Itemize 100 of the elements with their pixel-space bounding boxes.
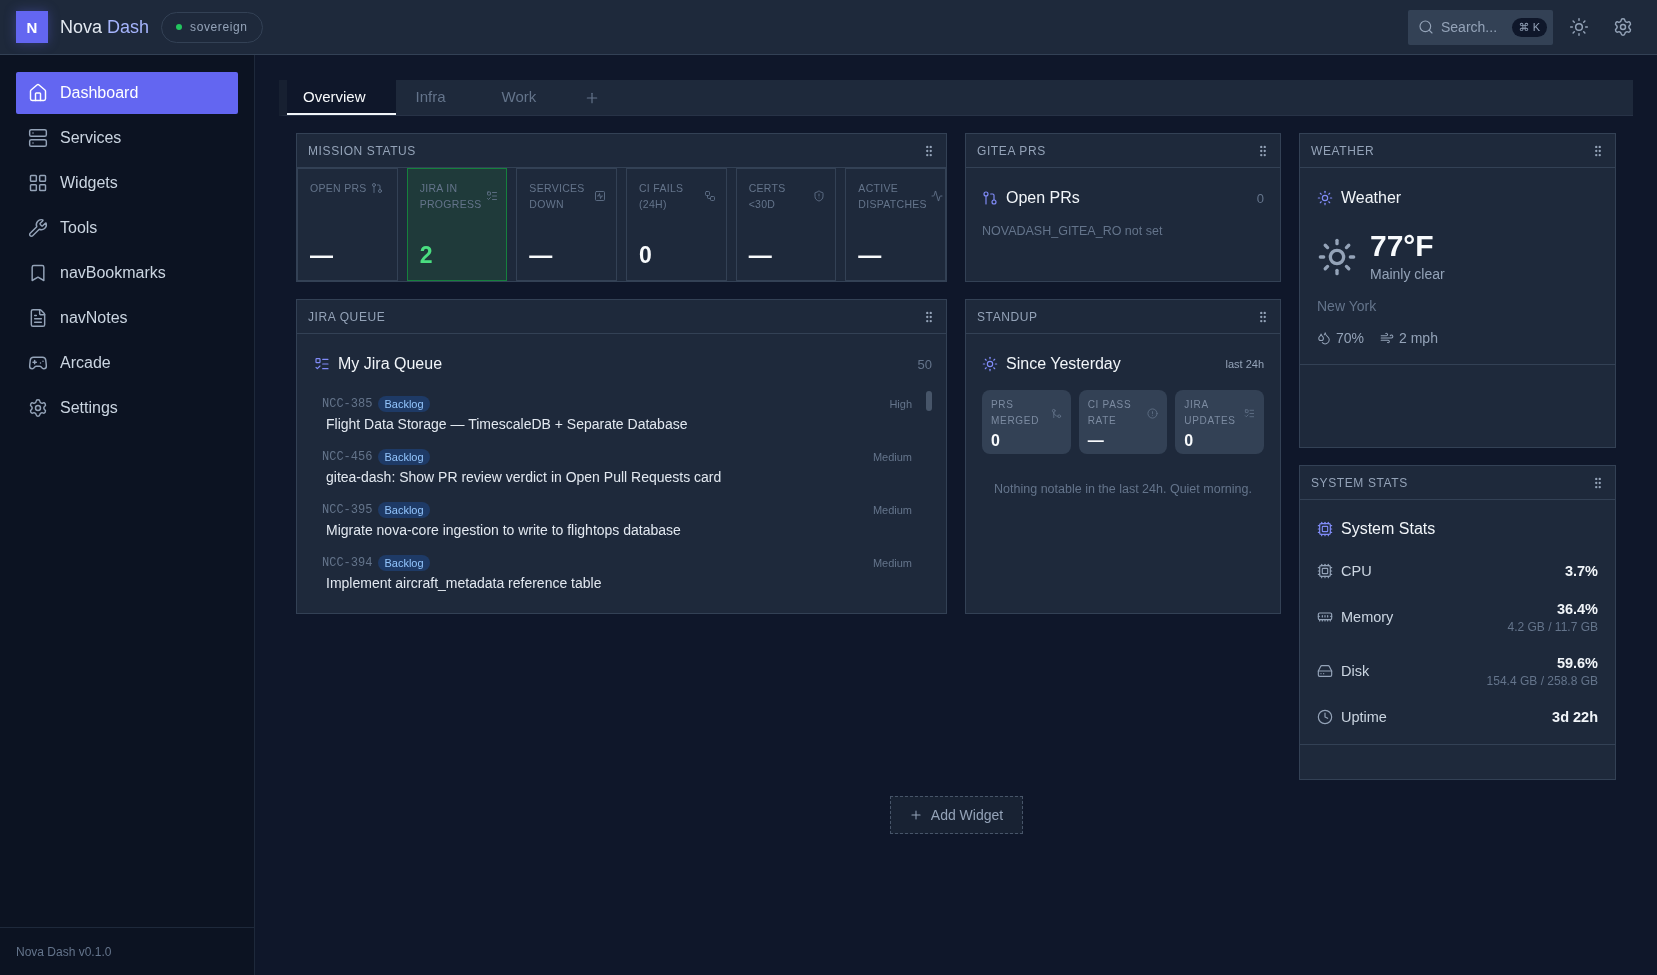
sun-icon bbox=[1317, 236, 1357, 277]
environment-label: sovereign bbox=[190, 20, 248, 34]
tile-label: CI FAILS (24H) bbox=[639, 181, 685, 212]
tile-label: JIRA IN PROGRESS bbox=[419, 181, 482, 212]
sun-icon bbox=[982, 356, 998, 372]
metric-detail: 154.4 GB / 258.8 GB bbox=[1486, 673, 1598, 689]
sidebar-item[interactable]: Dashboard bbox=[16, 72, 238, 114]
widget-label: WEATHER bbox=[1311, 143, 1375, 158]
linked-squares-icon bbox=[703, 190, 716, 202]
widget-label: STANDUP bbox=[977, 309, 1038, 324]
sun-icon bbox=[1317, 190, 1333, 206]
widget-title: System Stats bbox=[1341, 520, 1436, 538]
issue-title[interactable]: Implement aircraft_metadata reference table bbox=[326, 573, 912, 593]
version-label: Nova Dash v0.1.0 bbox=[16, 944, 112, 959]
cpu-icon bbox=[1317, 521, 1333, 537]
merge-icon bbox=[1050, 407, 1062, 419]
period-label: last 24h bbox=[1225, 358, 1264, 370]
metric-label: Memory bbox=[1341, 609, 1394, 625]
item-count: 0 bbox=[1256, 190, 1264, 206]
metric-value: 36.4% bbox=[1556, 600, 1598, 619]
stat-value: — bbox=[1087, 432, 1105, 450]
clock-icon bbox=[1317, 709, 1333, 725]
sidebar-item[interactable]: navNotes bbox=[16, 297, 238, 339]
checklist-icon bbox=[314, 356, 330, 372]
status-tag: Backlog bbox=[378, 396, 430, 412]
memory-icon bbox=[1317, 609, 1333, 625]
sidebar-item[interactable]: Widgets bbox=[16, 162, 238, 204]
droplets-icon bbox=[1317, 331, 1331, 345]
issue-title[interactable]: gitea-dash: Show PR review verdict in Open Pull Requests card bbox=[326, 467, 912, 487]
issue-title[interactable]: Flight Data Storage — TimescaleDB + Separate Database bbox=[326, 414, 912, 434]
weather-condition: Mainly clear bbox=[1370, 265, 1445, 283]
tile-value: — bbox=[858, 241, 883, 269]
standup-message: Nothing notable in the last 24h. Quiet morning. bbox=[993, 481, 1253, 497]
pull-request-icon bbox=[982, 190, 998, 206]
sidebar-item[interactable]: Settings bbox=[16, 387, 238, 429]
temperature-value: 77°F bbox=[1370, 230, 1435, 262]
issue-key: NCC-456 bbox=[322, 450, 373, 464]
pull-request-icon bbox=[370, 182, 383, 194]
tile-value: 0 bbox=[639, 241, 653, 269]
widget-title: Since Yesterday bbox=[1006, 355, 1121, 373]
tile-value: — bbox=[310, 241, 334, 269]
priority-label: Medium bbox=[872, 504, 912, 516]
alert-circle-icon bbox=[1147, 407, 1159, 419]
sidebar-item[interactable]: Tools bbox=[16, 207, 238, 249]
status-tag: Backlog bbox=[378, 555, 430, 571]
metric-value: 3.7% bbox=[1564, 562, 1598, 581]
logo-mark: N bbox=[16, 11, 48, 43]
stat-label: CI PASS RATE bbox=[1087, 398, 1133, 428]
humidity-value: 70% bbox=[1336, 330, 1365, 346]
tab[interactable]: Overview bbox=[287, 80, 396, 115]
stat-value: 0 bbox=[991, 432, 1001, 450]
issue-key: NCC-385 bbox=[322, 397, 373, 411]
tile-value: 2 bbox=[419, 241, 434, 269]
issue-key: NCC-394 bbox=[322, 556, 373, 570]
bookmark-icon bbox=[28, 263, 48, 283]
tile-label: OPEN PRS bbox=[310, 181, 367, 196]
scrollbar-thumb[interactable] bbox=[926, 391, 932, 411]
pulse-icon bbox=[930, 190, 943, 202]
grid-icon bbox=[28, 173, 48, 193]
document-icon bbox=[28, 308, 48, 328]
tile-label: SERVICES DOWN bbox=[529, 181, 586, 212]
add-widget-button[interactable]: Add Widget bbox=[889, 796, 1023, 834]
tile-value: — bbox=[748, 241, 773, 269]
search-icon bbox=[1418, 19, 1434, 35]
cpu-icon bbox=[1317, 563, 1333, 579]
config-warning: NOVADASH_GITEA_RO not set bbox=[982, 223, 1164, 239]
metric-label: Disk bbox=[1341, 663, 1370, 679]
checklist-icon bbox=[485, 190, 498, 202]
metric-label: Uptime bbox=[1341, 709, 1387, 725]
widget-title: Weather bbox=[1341, 189, 1402, 207]
server-icon bbox=[28, 128, 48, 148]
gear-icon bbox=[28, 398, 48, 418]
metric-label: CPU bbox=[1341, 563, 1372, 579]
tile-label: CERTS <30D bbox=[748, 181, 787, 212]
sidebar-item[interactable]: navBookmarks bbox=[16, 252, 238, 294]
metric-detail: 4.2 GB / 11.7 GB bbox=[1507, 619, 1598, 635]
checklist-icon bbox=[1244, 407, 1255, 419]
home-icon bbox=[28, 83, 48, 103]
stat-label: PRS MERGED bbox=[991, 398, 1041, 428]
status-tag: Backlog bbox=[378, 502, 430, 518]
stat-label: JIRA UPDATES bbox=[1184, 398, 1237, 428]
item-count: 50 bbox=[917, 356, 932, 372]
search-input[interactable]: Search... bbox=[1441, 19, 1505, 35]
sun-icon bbox=[1569, 17, 1589, 37]
shield-alert-icon bbox=[813, 190, 826, 202]
priority-label: High bbox=[889, 398, 912, 410]
sidebar-item[interactable]: Services bbox=[16, 117, 238, 159]
metric-value: 3d 22h bbox=[1552, 708, 1598, 727]
sidebar-item[interactable]: Arcade bbox=[16, 342, 238, 384]
app-title: Nova Dash bbox=[60, 16, 150, 38]
issue-title[interactable]: Migrate nova-core ingestion to write to flightops database bbox=[326, 520, 912, 540]
location-label: New York bbox=[1317, 297, 1378, 315]
shortcut-key: ⌘ K bbox=[1511, 17, 1547, 37]
stat-value: 0 bbox=[1184, 432, 1195, 450]
widget-label: SYSTEM STATS bbox=[1311, 475, 1408, 490]
pulse-square-icon bbox=[594, 190, 606, 202]
widget-label: MISSION STATUS bbox=[308, 143, 416, 158]
widget-title: My Jira Queue bbox=[338, 355, 443, 373]
tile-value: — bbox=[529, 241, 554, 269]
status-tag: Backlog bbox=[378, 449, 430, 465]
